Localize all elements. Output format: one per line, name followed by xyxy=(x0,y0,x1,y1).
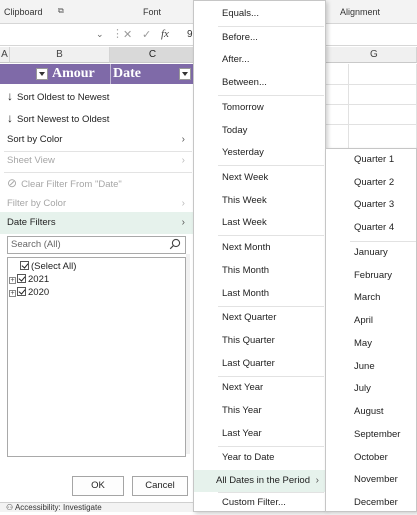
ribbon-font-label: Font xyxy=(143,7,162,17)
menu-item-this-year[interactable]: This Year xyxy=(194,400,325,422)
filter-search-input[interactable]: Search (All) xyxy=(7,236,186,254)
date-header: Date xyxy=(113,66,141,81)
accessibility-icon: ⚇ xyxy=(6,503,15,512)
menu-item-last-week[interactable]: Last Week xyxy=(194,212,325,234)
column-header-g[interactable]: G xyxy=(326,47,417,63)
menu-item-after[interactable]: After... xyxy=(194,49,325,71)
ribbon-clipboard-label: Clipboard xyxy=(4,7,43,17)
fx-icon[interactable]: fx xyxy=(161,28,169,40)
menu-item-tomorrow[interactable]: Tomorrow xyxy=(194,97,325,119)
tree-item-2021[interactable]: +2021 xyxy=(9,273,49,287)
namebox-dropdown-icon[interactable]: ⌄ xyxy=(96,29,104,40)
cancel-icon[interactable]: ✕ xyxy=(123,28,132,41)
chevron-right-icon: › xyxy=(315,475,319,486)
sheet-view: Sheet View › xyxy=(0,150,193,172)
menu-item-equals[interactable]: Equals... xyxy=(194,3,325,25)
period-item-december[interactable]: December xyxy=(326,492,416,515)
period-item-august[interactable]: August xyxy=(326,401,416,424)
table-header-row xyxy=(0,64,196,84)
column-header-b[interactable]: B xyxy=(10,47,110,63)
date-filters[interactable]: Date Filters › xyxy=(0,212,193,234)
expand-icon[interactable]: + xyxy=(9,277,16,284)
date-filter-dropdown-icon[interactable] xyxy=(179,68,191,80)
checkbox[interactable] xyxy=(17,274,26,283)
search-icon xyxy=(169,238,181,250)
period-submenu: Quarter 1 Quarter 2 Quarter 3 Quarter 4 … xyxy=(325,148,417,512)
menu-item-last-quarter[interactable]: Last Quarter xyxy=(194,353,325,375)
menu-separator xyxy=(218,165,324,166)
chevron-right-icon: › xyxy=(181,134,185,145)
menu-item-yesterday[interactable]: Yesterday xyxy=(194,142,325,164)
period-item-june[interactable]: June xyxy=(326,356,416,379)
clear-filter-icon: ⊘ xyxy=(7,176,18,190)
period-item-april[interactable]: April xyxy=(326,310,416,333)
menu-item-this-month[interactable]: This Month xyxy=(194,260,325,282)
menu-item-custom-filter[interactable]: Custom Filter... xyxy=(194,492,325,514)
column-header-a[interactable]: A xyxy=(0,47,10,63)
amount-header: Amour xyxy=(52,66,95,81)
period-item-september[interactable]: September xyxy=(326,424,416,447)
expand-icon[interactable]: + xyxy=(9,290,16,297)
menu-item-year-to-date[interactable]: Year to Date xyxy=(194,447,325,469)
amount-filter-dropdown-icon[interactable] xyxy=(36,68,48,80)
menu-item-last-month[interactable]: Last Month xyxy=(194,283,325,305)
menu-item-last-year[interactable]: Last Year xyxy=(194,423,325,445)
chevron-right-icon: › xyxy=(181,155,185,166)
period-item-january[interactable]: January xyxy=(326,242,416,265)
tree-item-select-all[interactable]: (Select All) xyxy=(12,260,76,274)
clear-filter: ⊘ Clear Filter From "Date" xyxy=(7,176,122,190)
menu-item-this-quarter[interactable]: This Quarter xyxy=(194,330,325,352)
sort-oldest-to-newest[interactable]: ↓ Sort Oldest to Newest xyxy=(0,85,193,107)
period-item-quarter-2[interactable]: Quarter 2 xyxy=(326,172,416,195)
period-item-quarter-1[interactable]: Quarter 1 xyxy=(326,149,416,172)
ribbon-alignment-label: Alignment xyxy=(340,7,381,17)
period-item-february[interactable]: February xyxy=(326,265,416,288)
menu-item-today[interactable]: Today xyxy=(194,120,325,142)
menu-item-all-dates-in-period[interactable]: All Dates in the Period › xyxy=(194,470,325,492)
panel-scrollbar[interactable] xyxy=(186,254,190,454)
menu-item-before[interactable]: Before... xyxy=(194,27,325,49)
menu-item-next-year[interactable]: Next Year xyxy=(194,377,325,399)
cancel-button[interactable]: Cancel xyxy=(132,476,188,496)
header-divider xyxy=(110,64,111,84)
menu-item-next-month[interactable]: Next Month xyxy=(194,237,325,259)
period-item-may[interactable]: May xyxy=(326,333,416,356)
date-filters-submenu: Equals... Before... After... Between... … xyxy=(193,0,326,512)
formula-dots-icon: ⋮ xyxy=(112,28,123,40)
checkbox[interactable] xyxy=(20,261,29,270)
tree-item-2020[interactable]: +2020 xyxy=(9,286,49,300)
menu-item-next-quarter[interactable]: Next Quarter xyxy=(194,307,325,329)
ok-button[interactable]: OK xyxy=(72,476,124,496)
period-item-quarter-4[interactable]: Quarter 4 xyxy=(326,217,416,240)
column-header-c[interactable]: C xyxy=(110,47,196,63)
sort-descending-icon: ↓ xyxy=(7,111,13,125)
clipboard-launcher-icon[interactable]: ⧉ xyxy=(58,7,66,15)
period-item-quarter-3[interactable]: Quarter 3 xyxy=(326,194,416,217)
menu-item-this-week[interactable]: This Week xyxy=(194,190,325,212)
menu-separator xyxy=(218,235,324,236)
period-item-july[interactable]: July xyxy=(326,378,416,401)
menu-item-between[interactable]: Between... xyxy=(194,72,325,94)
checkbox[interactable] xyxy=(17,287,26,296)
menu-item-next-week[interactable]: Next Week xyxy=(194,167,325,189)
filter-value-tree: (Select All) +2021 +2020 xyxy=(7,257,186,457)
chevron-right-icon: › xyxy=(181,217,185,228)
accessibility-status[interactable]: Accessibility: Investigate xyxy=(15,503,102,512)
sort-ascending-icon: ↓ xyxy=(7,89,13,103)
enter-icon[interactable]: ✓ xyxy=(142,28,151,41)
sort-by-color[interactable]: Sort by Color › xyxy=(0,129,193,151)
menu-separator xyxy=(218,95,324,96)
sort-newest-to-oldest[interactable]: ↓ Sort Newest to Oldest xyxy=(0,107,193,129)
period-item-october[interactable]: October xyxy=(326,447,416,470)
period-item-november[interactable]: November xyxy=(326,469,416,492)
period-item-march[interactable]: March xyxy=(326,287,416,310)
formula-value[interactable]: 9 xyxy=(187,29,193,40)
